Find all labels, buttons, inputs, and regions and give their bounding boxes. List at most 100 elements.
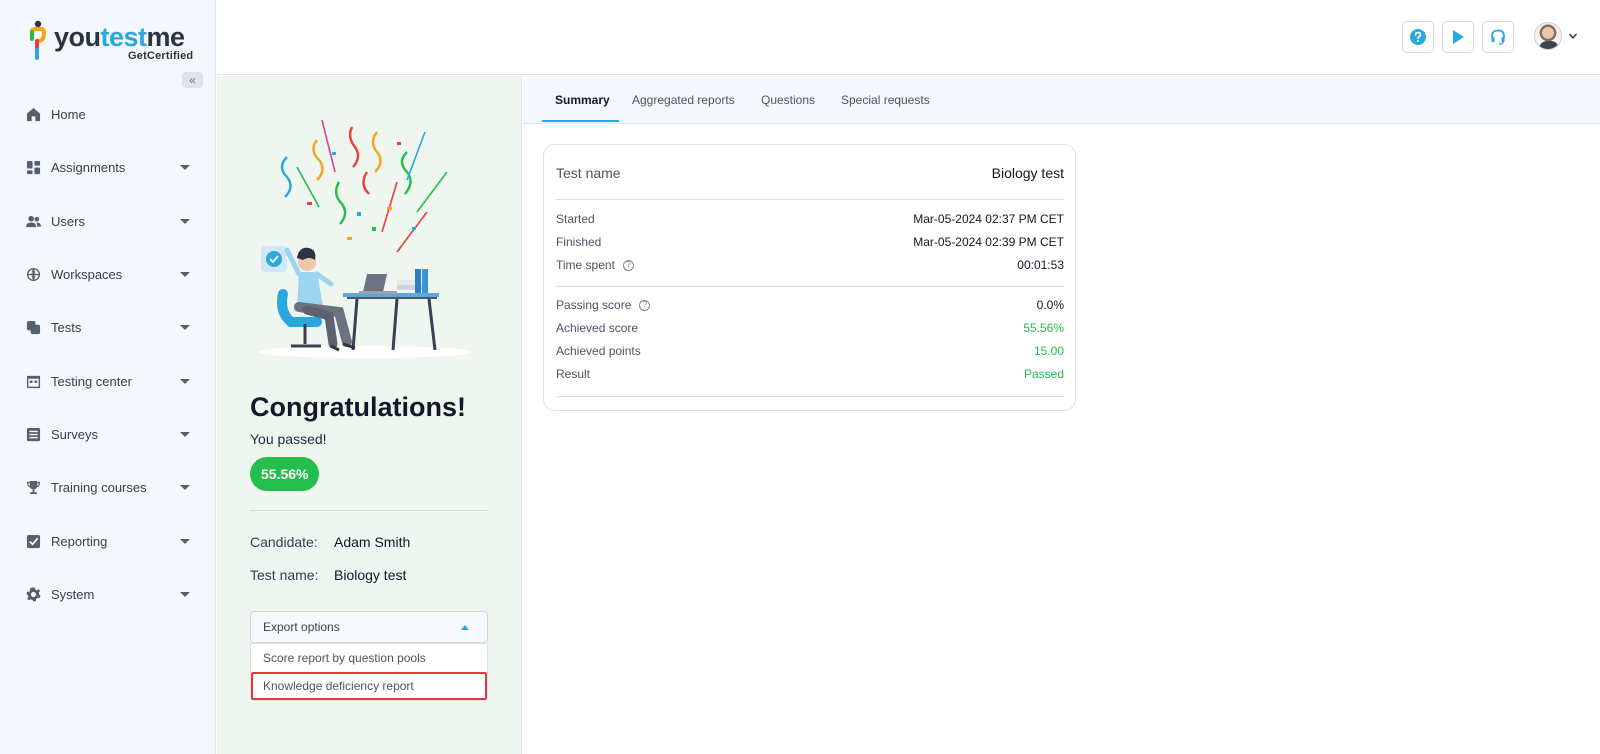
summary-result-value: Passed [1023,367,1064,381]
congratulations-heading: Congratulations! [250,392,466,422]
candidate-row: Candidate: Adam Smith [250,534,410,550]
avatar-shoulders [1539,41,1559,49]
sidebar-item-system[interactable]: System [0,568,216,621]
sidebar-item-reporting[interactable]: Reporting [0,514,216,567]
summary-test-name-value: Biology test [991,165,1064,181]
sidebar-item-label: Testing center [51,373,132,389]
sidebar-item-testing-center[interactable]: Testing center [0,354,216,407]
test-name-label: Test name: [250,567,319,583]
globe-icon [26,267,41,282]
export-options-dropdown: Score report by question pools Knowledge… [250,643,488,701]
summary-achieved-points-row: Achieved points 15.00 [556,344,1064,358]
report-tabs: Summary Aggregated reports Questions Spe… [523,76,1600,124]
help-button[interactable] [1402,21,1434,53]
summary-test-name-label: Test name [556,165,621,181]
help-icon [1410,29,1426,45]
export-options-select[interactable]: Export options [250,611,488,643]
chevron-down-icon [180,378,190,384]
summary-card: Test name Biology test Started Mar-05-20… [543,144,1076,411]
chevron-down-icon [180,218,190,224]
tab-summary[interactable]: Summary [555,76,610,124]
top-header [217,0,1600,75]
sidebar-item-assignments[interactable]: Assignments [0,141,216,194]
summary-achieved-points-label: Achieved points [556,344,641,358]
collapse-sidebar-button[interactable]: « [182,72,203,88]
support-button[interactable] [1482,21,1514,53]
divider [250,510,488,511]
logo-word-1: you [54,22,101,52]
summary-result-row: Result Passed [556,367,1064,381]
headset-icon [1491,29,1505,45]
celebration-illustration [257,119,473,358]
summary-finished-label: Finished [556,235,602,249]
summary-achieved-score-row: Achieved score 55.56% [556,321,1064,335]
sidebar-item-label: Workspaces [51,267,123,283]
summary-time-spent-value: 00:01:53 [1017,258,1064,272]
sidebar-item-label: Assignments [51,160,126,176]
summary-started-value: Mar-05-2024 02:37 PM CET [913,212,1064,226]
chevron-down-icon [180,325,190,331]
export-knowledge-deficiency-option[interactable]: Knowledge deficiency report [251,672,487,700]
tab-special-requests[interactable]: Special requests [841,76,930,124]
sidebar-item-workspaces[interactable]: Workspaces [0,248,216,301]
logo[interactable]: youtestme GetCertified [28,20,193,62]
double-chevron-left-icon: « [189,73,196,87]
summary-achieved-score-value: 55.56% [1023,321,1064,335]
result-panel: Congratulations! You passed! 55.56% Cand… [217,76,522,754]
summary-passing-score-row: Passing score? 0.0% [556,298,1064,312]
chevron-down-icon [180,485,190,491]
sidebar-item-label: Users [51,213,85,229]
active-tab-indicator [542,120,619,122]
logo-wordmark: youtestme [54,24,185,51]
summary-finished-row: Finished Mar-05-2024 02:39 PM CET [556,235,1064,249]
summary-time-spent-row: Time spent? 00:01:53 [556,258,1064,272]
sidebar-item-users[interactable]: Users [0,195,216,248]
gear-icon [26,587,41,602]
score-badge: 55.56% [250,457,320,491]
summary-test-name-row: Test name Biology test [556,165,1064,181]
logo-subtitle: GetCertified [128,50,194,62]
summary-achieved-points-value: 15.00 [1033,344,1064,358]
help-circle-icon[interactable]: ? [622,259,634,271]
sidebar-item-surveys[interactable]: Surveys [0,408,216,461]
help-circle-icon[interactable]: ? [639,299,651,311]
summary-divider [556,286,1064,287]
chevron-down-icon [180,431,190,437]
test-name-row: Test name: Biology test [250,567,406,583]
export-options-label: Export options [263,620,340,634]
chevron-down-icon [180,165,190,171]
dashboard-icon [26,160,41,175]
logo-word-3: me [146,22,186,52]
list-icon [26,427,41,442]
tab-questions[interactable]: Questions [761,76,815,124]
summary-achieved-score-label: Achieved score [556,321,639,335]
sidebar-item-label: Tests [51,320,82,336]
report-icon [26,534,41,549]
export-score-report-option[interactable]: Score report by question pools [251,644,487,672]
sidebar-nav: Home Assignments Users Workspaces Tests … [0,88,216,621]
summary-passing-score-label: Passing score [556,298,632,312]
sidebar-item-training-courses[interactable]: Training courses [0,461,216,514]
tab-aggregated-reports[interactable]: Aggregated reports [632,76,735,124]
play-icon [1453,30,1464,44]
summary-result-label: Result [556,367,591,381]
sidebar-item-label: Surveys [51,426,98,442]
candidate-value: Adam Smith [334,534,411,550]
chevron-up-icon [461,624,469,630]
users-icon [26,214,41,229]
sidebar-item-label: Reporting [51,533,108,549]
summary-started-row: Started Mar-05-2024 02:37 PM CET [556,212,1064,226]
chevron-down-icon[interactable] [1568,31,1578,41]
summary-passing-score-value: 0.0% [1036,298,1064,312]
calendar-icon [26,374,41,389]
home-icon [26,107,41,122]
user-avatar[interactable] [1534,22,1562,50]
sidebar-item-tests[interactable]: Tests [0,301,216,354]
pass-status-text: You passed! [250,431,327,447]
sidebar: youtestme GetCertified « Home Assignment… [0,0,216,754]
sidebar-item-home[interactable]: Home [0,88,216,141]
sidebar-item-label: Home [51,107,86,123]
play-tutorial-button[interactable] [1442,21,1474,53]
logo-word-2: test [100,22,148,52]
chevron-down-icon [180,538,190,544]
